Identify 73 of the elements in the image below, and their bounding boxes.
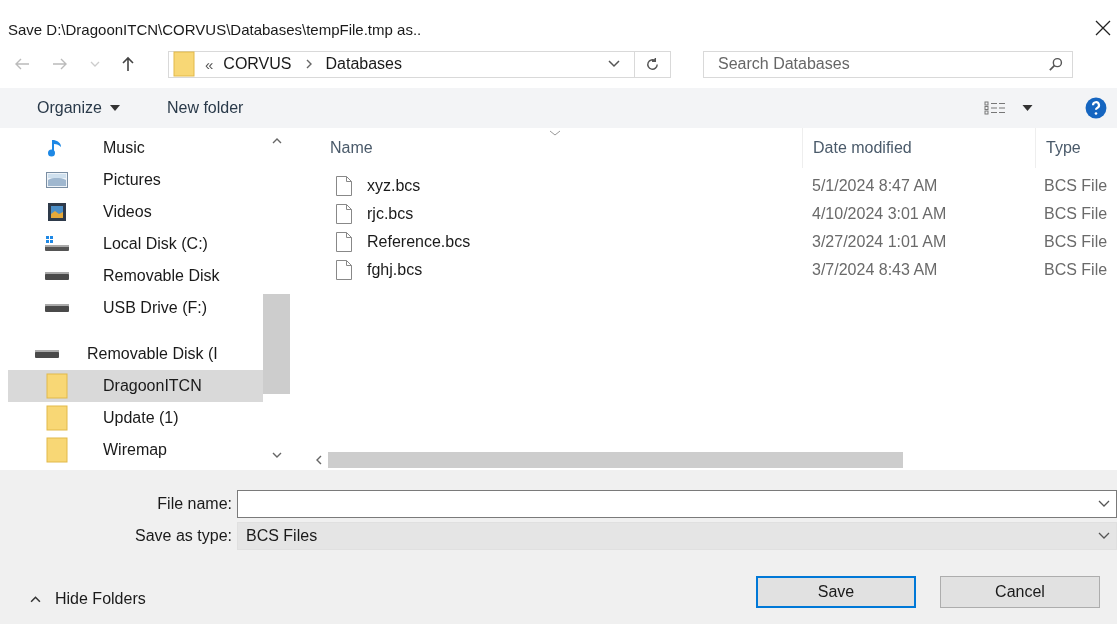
file-name[interactable]: Reference.bcs <box>336 232 802 252</box>
folder-icon <box>173 51 195 77</box>
cancel-button[interactable]: Cancel <box>940 576 1100 608</box>
sidebar-item[interactable]: Removable Disk (I <box>8 338 263 370</box>
file-name-field[interactable] <box>237 490 1117 518</box>
document-icon <box>336 232 352 252</box>
window-title: Save D:\DragoonITCN\CORVUS\Databases\tempFile.tmp as.. <box>8 21 422 40</box>
organize-menu[interactable]: Organize <box>37 99 120 117</box>
drive-icon <box>35 350 59 358</box>
type-cell-text: BCS File <box>1043 261 1108 279</box>
document-icon <box>336 204 352 224</box>
up-arrow-icon[interactable] <box>120 56 136 72</box>
picture-icon <box>45 172 69 188</box>
address-bar[interactable]: « CORVUS Databases <box>168 50 671 78</box>
drive-icon <box>45 236 69 252</box>
document-icon <box>336 260 352 280</box>
film-icon <box>45 203 69 221</box>
sidebar-item[interactable]: USB Drive (F:) <box>8 292 263 324</box>
type-cell-text: BCS File <box>1043 233 1108 251</box>
breadcrumb[interactable]: CORVUS <box>223 55 292 73</box>
file-name[interactable]: xyz.bcs <box>336 176 802 196</box>
sidebar-item[interactable]: Update (1) <box>8 402 263 434</box>
overflow-marker[interactable]: « <box>205 55 214 73</box>
caret-icon <box>30 595 41 603</box>
scroll-thumb[interactable] <box>263 294 290 394</box>
document-icon <box>336 176 352 196</box>
caret-icon[interactable] <box>1022 105 1033 111</box>
sidebar-item[interactable]: Pictures <box>8 164 263 196</box>
search-icon <box>1048 56 1063 72</box>
date-cell-text: 5/1/2024 8:47 AM <box>811 177 939 195</box>
scroll-left-icon[interactable] <box>316 455 322 465</box>
scroll-thumb[interactable] <box>328 452 903 468</box>
column-header[interactable]: Date modified <box>802 128 1035 168</box>
dropdown-icon[interactable] <box>1098 500 1110 508</box>
chevron-icon[interactable] <box>305 59 312 69</box>
dropdown-icon <box>1098 532 1110 540</box>
file-name[interactable]: rjc.bcs <box>336 204 802 224</box>
type-cell-text: BCS File <box>1043 177 1108 195</box>
breadcrumb[interactable]: Databases <box>325 55 402 73</box>
sidebar-item[interactable]: Wiremap <box>8 434 263 466</box>
type-cell-text: BCS File <box>1043 205 1108 223</box>
save-as-type-label: Save as type: <box>134 527 233 545</box>
file-name-label: File name: <box>156 495 233 513</box>
dropdown-icon[interactable] <box>608 60 620 68</box>
save-button[interactable]: Save <box>756 576 916 608</box>
folder-icon <box>45 373 69 399</box>
sidebar-item[interactable]: Videos <box>8 196 263 228</box>
new-folder-button[interactable]: New folder <box>166 99 244 117</box>
sidebar-item[interactable]: DragoonITCN <box>8 370 263 402</box>
scroll-up-icon[interactable] <box>271 138 282 144</box>
file-name[interactable]: fghj.bcs <box>336 260 802 280</box>
scroll-down-icon[interactable] <box>271 452 282 458</box>
close-icon[interactable] <box>1095 20 1111 36</box>
date-cell-text: 4/10/2024 3:01 AM <box>811 205 948 223</box>
search-field[interactable]: Search Databases <box>703 50 1073 78</box>
folder-icon <box>45 405 69 431</box>
caret-icon <box>109 105 120 111</box>
column-header[interactable]: Type <box>1035 128 1081 168</box>
sidebar-item[interactable]: Local Disk (C:) <box>8 228 263 260</box>
sidebar-item[interactable]: Music <box>8 132 263 164</box>
sort-caret-icon <box>549 130 561 136</box>
view-icon[interactable] <box>984 101 1006 115</box>
drive-icon <box>45 304 69 312</box>
folder-icon <box>45 437 69 463</box>
drive-icon <box>45 272 69 280</box>
sidebar-item[interactable]: Removable Disk <box>8 260 263 292</box>
column-header[interactable]: Name <box>330 139 802 157</box>
refresh-icon <box>645 56 660 72</box>
hide-folders-button[interactable]: Hide Folders <box>30 590 146 608</box>
date-cell-text: 3/7/2024 8:43 AM <box>811 261 939 279</box>
help-icon[interactable] <box>1085 97 1107 119</box>
date-cell-text: 3/27/2024 1:01 AM <box>811 233 948 251</box>
save-as-type-dropdown[interactable]: BCS Files <box>237 522 1117 550</box>
